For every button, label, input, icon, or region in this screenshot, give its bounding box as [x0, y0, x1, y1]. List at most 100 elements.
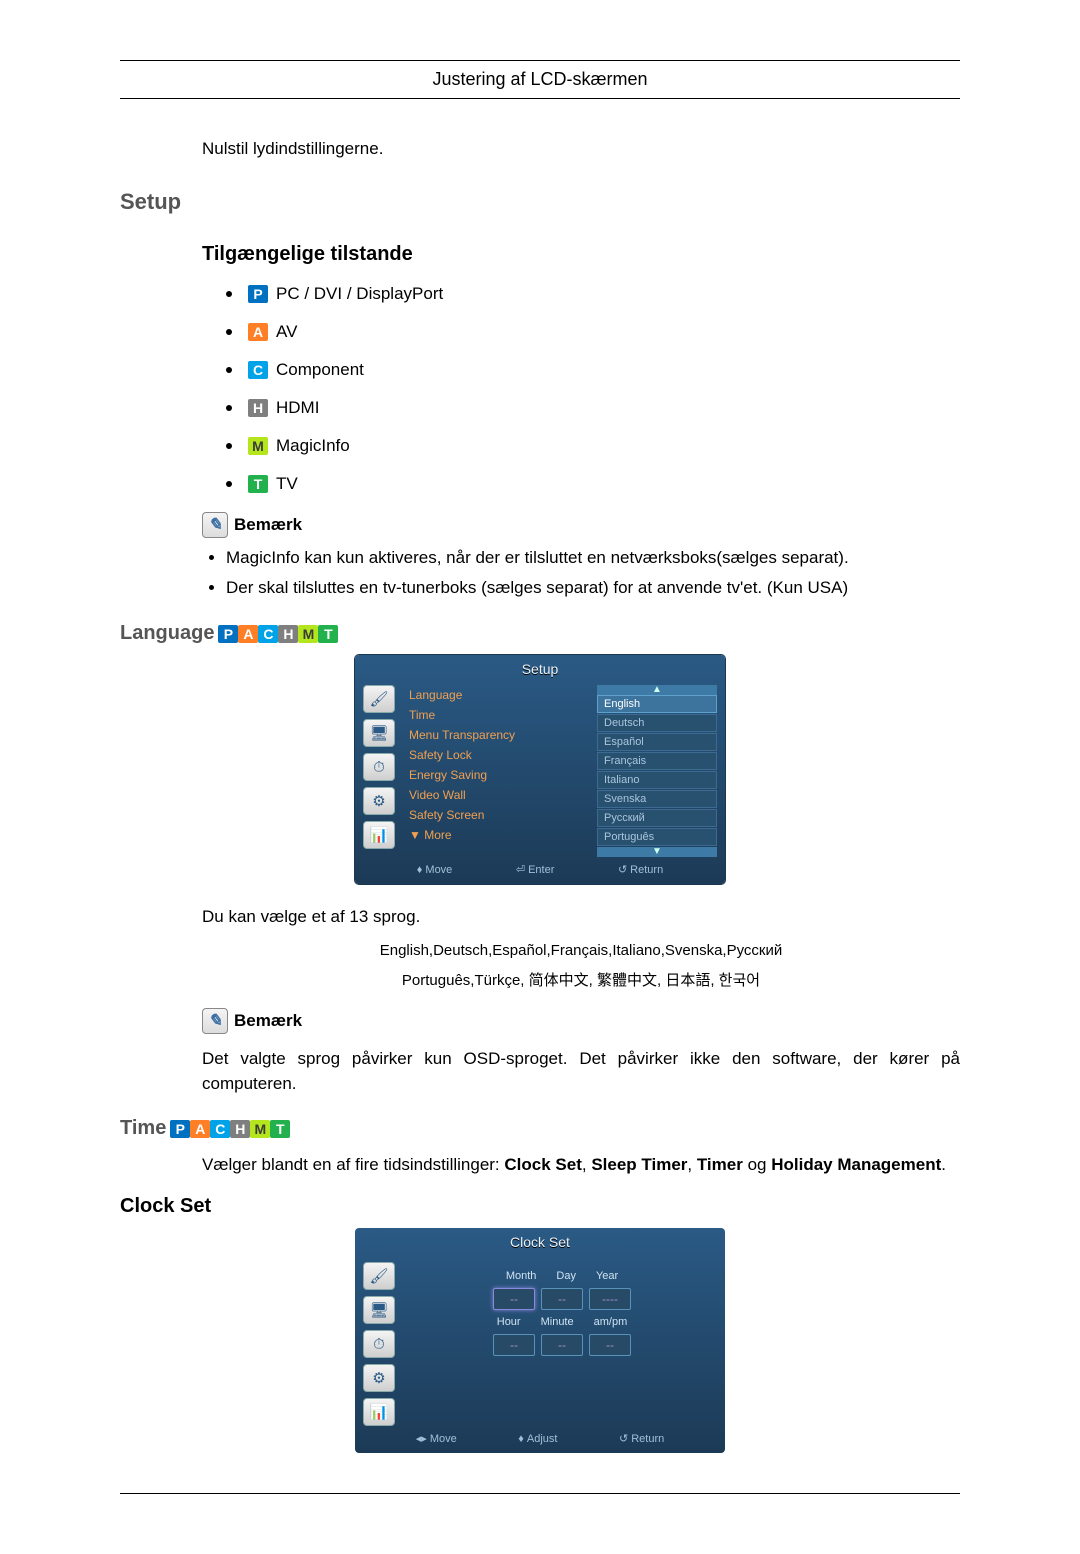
osd-option: Русский: [597, 809, 717, 827]
mode-icon-c: C: [210, 1120, 230, 1138]
mode-icon-m: M: [298, 625, 318, 643]
osd-icon-display: 🖥: [363, 1296, 395, 1324]
mode-item-av: A AV: [226, 322, 960, 342]
clock-minute-box: --: [541, 1334, 583, 1356]
osd-footer: ♦ Move ⏎ Enter ↺ Return: [355, 857, 725, 878]
mode-label: Component: [276, 360, 364, 380]
mode-icon-p: P: [248, 285, 268, 303]
mode-icon-h: H: [248, 399, 268, 417]
time-intro: Vælger blandt en af fire tidsindstilling…: [120, 1152, 960, 1178]
mode-label: MagicInfo: [276, 436, 350, 456]
bullet-icon: [226, 405, 232, 411]
mode-icon-a: A: [190, 1120, 210, 1138]
clockset-heading: Clock Set: [120, 1195, 960, 1218]
note-label: Bemærk: [234, 515, 302, 535]
osd-footer-adjust: ♦ Adjust: [518, 1432, 557, 1445]
osd-icon-gear: ⚙: [363, 787, 395, 815]
setup-note-1: MagicInfo kan kun aktiveres, når der er …: [226, 548, 960, 568]
mode-icon-m: M: [250, 1120, 270, 1138]
language-list-1: English,Deutsch,Español,Français,Italian…: [202, 942, 960, 959]
mode-label: TV: [276, 474, 298, 494]
osd-title: Setup: [355, 655, 725, 685]
available-modes-heading: Tilgængelige tilstande: [202, 243, 960, 266]
language-heading: Language PACHMT: [120, 622, 960, 645]
language-intro: Du kan vælge et af 13 sprog.: [202, 904, 960, 930]
osd-menu-item: Safety Screen: [405, 805, 591, 825]
mode-label: AV: [276, 322, 297, 342]
osd-footer-enter: ⏎ Enter: [516, 863, 555, 876]
osd-menu-item: Video Wall: [405, 785, 591, 805]
clock-labels-row1: Month Day Year: [506, 1270, 618, 1282]
osd-icon-multi: 📊: [363, 1398, 395, 1426]
osd-menu-item: Language: [405, 685, 591, 705]
osd-option: Español: [597, 733, 717, 751]
osd-menu-items: Language Time Menu Transparency Safety L…: [405, 685, 591, 857]
note-icon: ✎: [202, 512, 228, 538]
osd-footer-move: ◂▸ Move: [416, 1432, 457, 1445]
time-heading-text: Time: [120, 1117, 166, 1140]
mode-icon-t: T: [248, 475, 268, 493]
osd-icon-display: 🖥: [363, 719, 395, 747]
mode-icon-a: A: [238, 625, 258, 643]
bullet-icon: [226, 291, 232, 297]
osd-category-icons: 🖌 🖥 ⏱ ⚙ 📊: [363, 1262, 397, 1426]
osd-icon-clock: ⏱: [363, 753, 395, 781]
note-row: ✎ Bemærk: [202, 512, 960, 538]
osd-footer-move: ♦ Move: [417, 863, 453, 876]
footer-rule: [120, 1493, 960, 1494]
mode-icon-c: C: [258, 625, 278, 643]
mode-icon-t: T: [270, 1120, 290, 1138]
osd-footer-return: ↺ Return: [618, 863, 663, 876]
clock-ampm-box: --: [589, 1334, 631, 1356]
clock-month-box: --: [493, 1288, 535, 1310]
header-rule-top: [120, 60, 960, 61]
osd-category-icons: 🖌 🖥 ⏱ ⚙ 📊: [363, 685, 397, 857]
bullet-icon: [226, 367, 232, 373]
clock-fields-row2: -- -- --: [493, 1334, 631, 1356]
osd-option: Svenska: [597, 790, 717, 808]
osd-clockset-screenshot: Clock Set 🖌 🖥 ⏱ ⚙ 📊 Month Day Year -- --…: [355, 1228, 725, 1453]
mode-icon-a: A: [248, 323, 268, 341]
mode-icon-c: C: [248, 361, 268, 379]
osd-icon-clock: ⏱: [363, 1330, 395, 1358]
bullet-icon: [226, 481, 232, 487]
osd-option: Português: [597, 828, 717, 846]
mode-item-magicinfo: M MagicInfo: [226, 436, 960, 456]
mode-icon-t: T: [318, 625, 338, 643]
note-row: ✎ Bemærk: [202, 1008, 960, 1034]
setup-note-2: Der skal tilsluttes en tv-tunerboks (sæl…: [226, 578, 960, 598]
mode-icons-row: PACHMT: [170, 1117, 290, 1140]
note-icon: ✎: [202, 1008, 228, 1034]
mode-icon-p: P: [218, 625, 238, 643]
clock-fields-row1: -- -- ----: [493, 1288, 631, 1310]
bullet-icon: [226, 443, 232, 449]
mode-list: P PC / DVI / DisplayPort A AV C Componen…: [226, 284, 960, 494]
document-page: Justering af LCD-skærmen Nulstil lydinds…: [0, 0, 1080, 1554]
time-heading: Time PACHMT: [120, 1117, 960, 1140]
language-heading-text: Language: [120, 622, 214, 645]
page-header-title: Justering af LCD-skærmen: [120, 69, 960, 90]
osd-menu-item: Time: [405, 705, 591, 725]
mode-icons-row: PACHMT: [218, 622, 338, 645]
osd-language-options: ▲ English Deutsch Español Français Itali…: [597, 685, 717, 857]
osd-icon-gear: ⚙: [363, 1364, 395, 1392]
note-label: Bemærk: [234, 1011, 302, 1031]
clock-day-box: --: [541, 1288, 583, 1310]
osd-footer-return: ↺ Return: [619, 1432, 664, 1445]
bullet-icon: [226, 329, 232, 335]
mode-icon-h: H: [230, 1120, 250, 1138]
mode-icon-p: P: [170, 1120, 190, 1138]
osd-title: Clock Set: [355, 1228, 725, 1258]
osd-option: Italiano: [597, 771, 717, 789]
osd-footer: ◂▸ Move ♦ Adjust ↺ Return: [355, 1426, 725, 1447]
osd-icon-paint: 🖌: [363, 1262, 395, 1290]
osd-menu-item: Safety Lock: [405, 745, 591, 765]
scroll-down-icon: ▼: [597, 847, 717, 857]
mode-label: HDMI: [276, 398, 319, 418]
mode-icon-m: M: [248, 437, 268, 455]
clock-year-box: ----: [589, 1288, 631, 1310]
osd-more: ▼ More: [405, 825, 591, 845]
language-list-2: Português,Türkçe, 简体中文, 繁體中文, 日本語, 한국어: [202, 969, 960, 990]
mode-label: PC / DVI / DisplayPort: [276, 284, 443, 304]
osd-option: Français: [597, 752, 717, 770]
